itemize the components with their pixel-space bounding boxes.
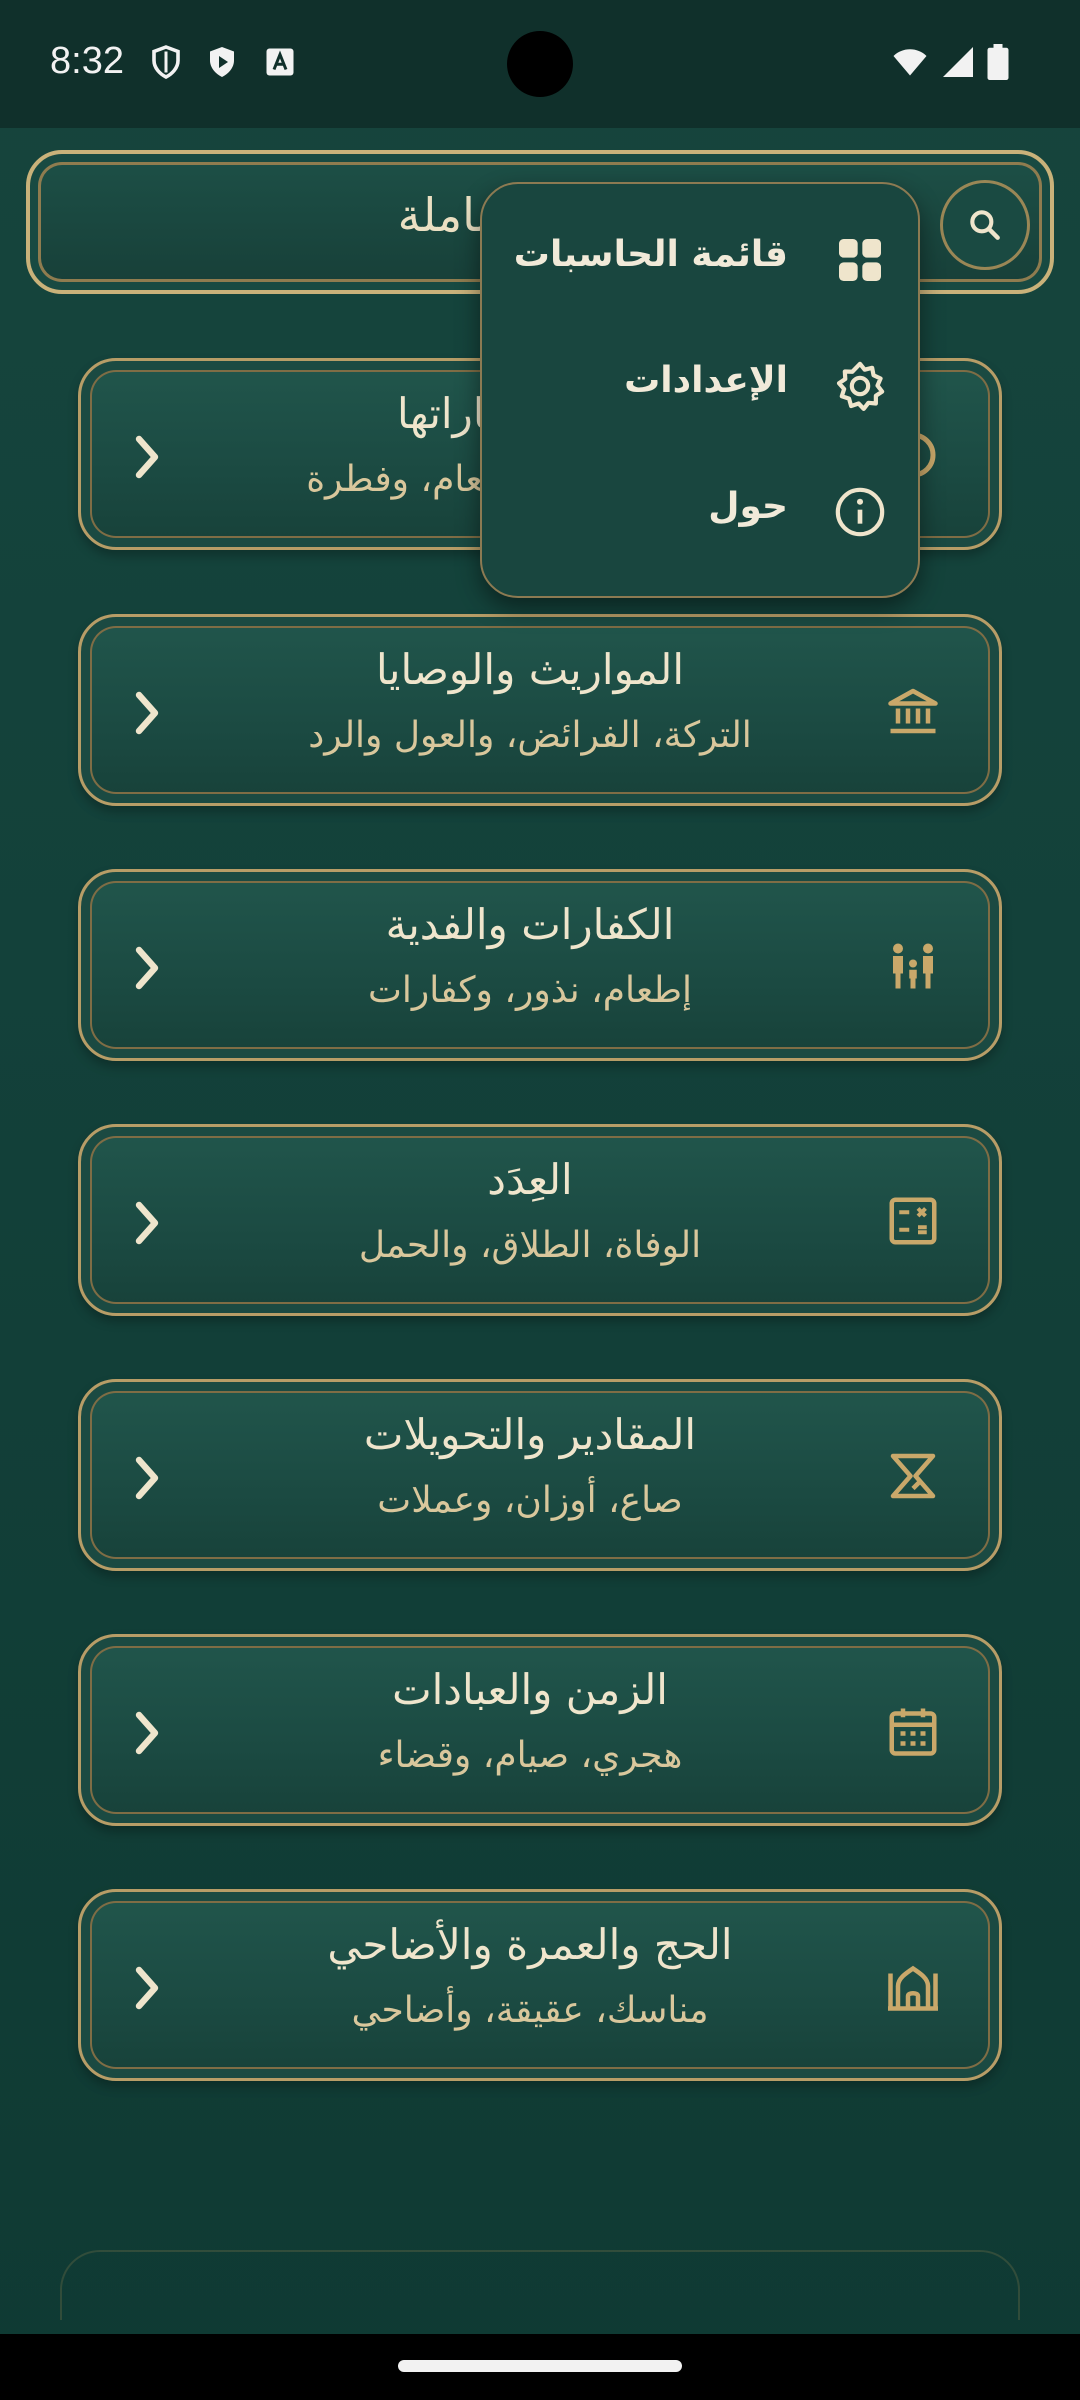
card-title: الكفارات والفدية: [385, 900, 675, 949]
card-title: المقادير والتحويلات: [363, 1410, 697, 1459]
card-subtitle: الوفاة، الطلاق، والحمل: [358, 1225, 702, 1266]
chevron-left-icon: [135, 1456, 159, 1500]
category-card-expiations[interactable]: الكفارات والفدية إطعام، نذور، وكفارات: [78, 869, 1002, 1061]
card-subtitle: هجري، صيام، وقضاء: [377, 1735, 683, 1776]
card-subtitle: التركة، الفرائض، والعول والرد: [308, 715, 752, 756]
chevron-left-icon: [135, 691, 159, 735]
category-card-inheritance[interactable]: المواريث والوصايا التركة، الفرائض، والعو…: [78, 614, 1002, 806]
gear-icon: [836, 361, 885, 411]
menu-item-about[interactable]: حول: [482, 450, 922, 576]
home-gesture-handle[interactable]: [398, 2360, 682, 2372]
menu-item-calculators[interactable]: قائمة الحاسبات: [482, 198, 922, 324]
chevron-left-icon: [135, 1201, 159, 1245]
menu-item-label: قائمة الحاسبات: [513, 234, 788, 275]
menu-item-label: حول: [708, 486, 788, 527]
card-title: الحج والعمرة والأضاحي: [327, 1920, 733, 1969]
menu-item-settings[interactable]: الإعدادات: [482, 324, 922, 450]
card-title: المواريث والوصايا: [375, 645, 685, 694]
mosque-icon: [888, 1965, 938, 2011]
card-subtitle: إطعام، نذور، وكفارات: [367, 970, 693, 1011]
chevron-left-icon: [135, 1711, 159, 1755]
decorative-frame: [60, 2250, 1020, 2320]
menu-item-label: الإعدادات: [624, 360, 788, 401]
card-subtitle: صاع، أوزان، وعملات: [377, 1480, 683, 1521]
category-card-hajj[interactable]: الحج والعمرة والأضاحي مناسك، عقيقة، وأضا…: [78, 1889, 1002, 2081]
card-title: الزمن والعبادات: [392, 1665, 668, 1714]
scale-icon: [890, 1453, 936, 1499]
bank-icon: [888, 688, 938, 734]
calendar-icon: [889, 1708, 937, 1756]
system-navigation-bar: [0, 2334, 1080, 2400]
card-subtitle: مناسك، عقيقة، وأضاحي: [351, 1990, 709, 2031]
chevron-left-icon: [135, 946, 159, 990]
info-icon: [835, 487, 885, 537]
calculator-icon: [889, 1197, 937, 1245]
chevron-left-icon: [135, 435, 159, 479]
card-title: العِدَد: [487, 1155, 573, 1204]
overflow-menu: قائمة الحاسبات الإعدادات حول: [480, 182, 920, 598]
category-card-iddah[interactable]: العِدَد الوفاة، الطلاق، والحمل: [78, 1124, 1002, 1316]
grid-icon: [839, 239, 881, 281]
chevron-left-icon: [135, 1966, 159, 2010]
category-card-time[interactable]: الزمن والعبادات هجري، صيام، وقضاء: [78, 1634, 1002, 1826]
family-icon: [893, 943, 933, 989]
category-card-measures[interactable]: المقادير والتحويلات صاع، أوزان، وعملات: [78, 1379, 1002, 1571]
